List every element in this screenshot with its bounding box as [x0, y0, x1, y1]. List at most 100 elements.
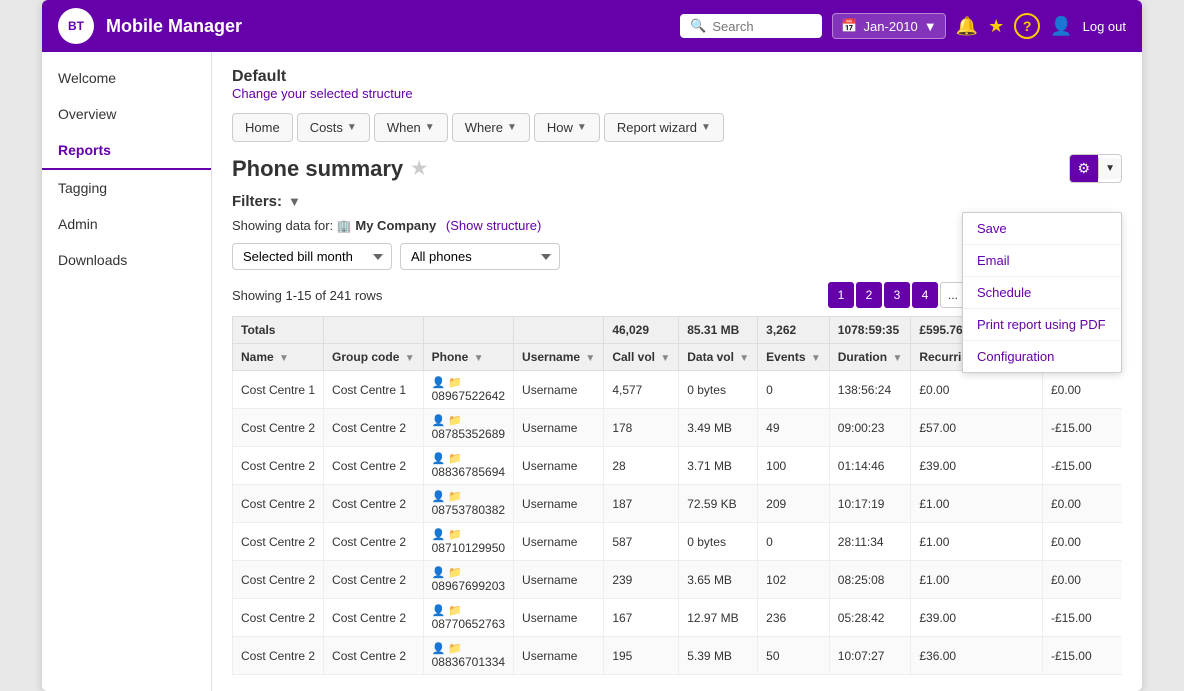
user-icon[interactable]: 👤: [1050, 16, 1072, 37]
company-icon: 🏢: [337, 219, 352, 233]
how-arrow-icon: ▼: [577, 122, 587, 133]
page-title-row: Phone summary ★ ⚙ ▼: [232, 154, 1122, 183]
username-sort-icon[interactable]: ▼: [585, 353, 595, 364]
when-arrow-icon: ▼: [425, 122, 435, 133]
app-window: BT Mobile Manager 🔍 📅 Jan-2010 ▼ 🔔 ★ ? 👤…: [42, 0, 1142, 691]
calendar-button[interactable]: 📅 Jan-2010 ▼: [832, 13, 945, 39]
user-small-icon: 👤: [432, 376, 446, 389]
phones-select[interactable]: All phonesMobile onlyLandline only: [400, 243, 560, 270]
col-phone-header: [423, 317, 513, 344]
col-group-code-header: [324, 317, 424, 344]
costs-arrow-icon: ▼: [347, 122, 357, 133]
user-small-icon: 👤: [432, 604, 446, 617]
dropdown-save[interactable]: Save: [963, 213, 1121, 245]
header: BT Mobile Manager 🔍 📅 Jan-2010 ▼ 🔔 ★ ? 👤…: [42, 0, 1142, 52]
bt-logo: BT: [58, 8, 94, 44]
folder-icon: 📁: [448, 528, 462, 541]
page-title: Phone summary ★: [232, 156, 427, 182]
bell-icon[interactable]: 🔔: [956, 16, 978, 37]
where-arrow-icon: ▼: [507, 122, 517, 133]
folder-icon: 📁: [448, 490, 462, 503]
phone-sort-icon[interactable]: ▼: [474, 353, 484, 364]
dropdown-email[interactable]: Email: [963, 245, 1121, 277]
col-duration-header: 1078:59:35: [829, 317, 911, 344]
wizard-arrow-icon: ▼: [701, 122, 711, 133]
tab-how[interactable]: How ▼: [534, 113, 600, 142]
user-small-icon: 👤: [432, 528, 446, 541]
gear-icon: ⚙: [1070, 155, 1099, 182]
filters-toggle-icon[interactable]: ▼: [288, 194, 301, 209]
bill-month-select[interactable]: Selected bill monthJan-2010Feb-2010: [232, 243, 392, 270]
sidebar-item-welcome[interactable]: Welcome: [42, 60, 211, 96]
sidebar-item-downloads[interactable]: Downloads: [42, 242, 211, 278]
folder-icon: 📁: [448, 414, 462, 427]
data-vol-sort-icon[interactable]: ▼: [739, 353, 749, 364]
change-structure-link[interactable]: Change your selected structure: [232, 86, 413, 101]
th-call-vol: Call vol ▼: [604, 344, 679, 371]
col-call-vol-header: 46,029: [604, 317, 679, 344]
company-name: My Company: [355, 218, 436, 233]
call-vol-sort-icon[interactable]: ▼: [660, 353, 670, 364]
tab-costs[interactable]: Costs ▼: [297, 113, 370, 142]
filters-row: Filters: ▼: [232, 193, 1122, 210]
th-data-vol: Data vol ▼: [679, 344, 758, 371]
main-content: Default Change your selected structure H…: [212, 52, 1142, 691]
settings-button[interactable]: ⚙ ▼: [1069, 154, 1122, 183]
user-small-icon: 👤: [432, 490, 446, 503]
tab-when[interactable]: When ▼: [374, 113, 448, 142]
name-sort-icon[interactable]: ▼: [279, 353, 289, 364]
table-row: Cost Centre 2Cost Centre 2👤📁 08785352689…: [233, 409, 1123, 447]
th-group-code: Group code ▼: [324, 344, 424, 371]
folder-icon: 📁: [448, 376, 462, 389]
user-small-icon: 👤: [432, 566, 446, 579]
folder-icon: 📁: [448, 642, 462, 655]
nav-tabs: Home Costs ▼ When ▼ Where ▼ How ▼: [232, 113, 1122, 142]
th-name: Name ▼: [233, 344, 324, 371]
page-1-button[interactable]: 1: [828, 282, 854, 308]
show-structure-link[interactable]: (Show structure): [446, 218, 541, 233]
search-icon: 🔍: [690, 18, 706, 34]
col-events-header: 3,262: [758, 317, 830, 344]
page-2-button[interactable]: 2: [856, 282, 882, 308]
page-3-button[interactable]: 3: [884, 282, 910, 308]
events-sort-icon[interactable]: ▼: [811, 353, 821, 364]
calendar-month: Jan-2010: [864, 19, 918, 34]
calendar-arrow-icon: ▼: [924, 19, 937, 34]
tab-where[interactable]: Where ▼: [452, 113, 530, 142]
calendar-icon: 📅: [841, 18, 857, 34]
sidebar-item-admin[interactable]: Admin: [42, 206, 211, 242]
table-row: Cost Centre 2Cost Centre 2👤📁 08836701334…: [233, 637, 1123, 675]
dropdown-schedule[interactable]: Schedule: [963, 277, 1121, 309]
logout-button[interactable]: Log out: [1083, 19, 1126, 34]
table-row: Cost Centre 2Cost Centre 2👤📁 08770652763…: [233, 599, 1123, 637]
sidebar-item-reports[interactable]: Reports: [42, 132, 211, 170]
folder-icon: 📁: [448, 566, 462, 579]
tab-report-wizard[interactable]: Report wizard ▼: [604, 113, 724, 142]
dropdown-configuration[interactable]: Configuration: [963, 341, 1121, 372]
page-4-button[interactable]: 4: [912, 282, 938, 308]
sidebar-item-overview[interactable]: Overview: [42, 96, 211, 132]
th-duration: Duration ▼: [829, 344, 911, 371]
table-row: Cost Centre 2Cost Centre 2👤📁 08967699203…: [233, 561, 1123, 599]
filters-label: Filters:: [232, 193, 282, 210]
folder-icon: 📁: [448, 604, 462, 617]
star-icon[interactable]: ★: [988, 16, 1004, 37]
group-code-sort-icon[interactable]: ▼: [405, 353, 415, 364]
col-totals: Totals: [233, 317, 324, 344]
search-box[interactable]: 🔍: [680, 14, 822, 38]
th-phone: Phone ▼: [423, 344, 513, 371]
dropdown-print-pdf[interactable]: Print report using PDF: [963, 309, 1121, 341]
page-structure-title: Default: [232, 68, 286, 85]
search-input[interactable]: [712, 19, 812, 34]
help-icon[interactable]: ?: [1014, 13, 1040, 39]
folder-icon: 📁: [448, 452, 462, 465]
user-small-icon: 👤: [432, 414, 446, 427]
table-row: Cost Centre 2Cost Centre 2👤📁 08836785694…: [233, 447, 1123, 485]
favorite-star-icon[interactable]: ★: [411, 158, 427, 179]
settings-dropdown-menu: Save Email Schedule Print report using P…: [962, 212, 1122, 373]
rows-info: Showing 1-15 of 241 rows: [232, 288, 382, 303]
th-username: Username ▼: [514, 344, 604, 371]
duration-sort-icon[interactable]: ▼: [892, 353, 902, 364]
tab-home[interactable]: Home: [232, 113, 293, 142]
sidebar-item-tagging[interactable]: Tagging: [42, 170, 211, 206]
